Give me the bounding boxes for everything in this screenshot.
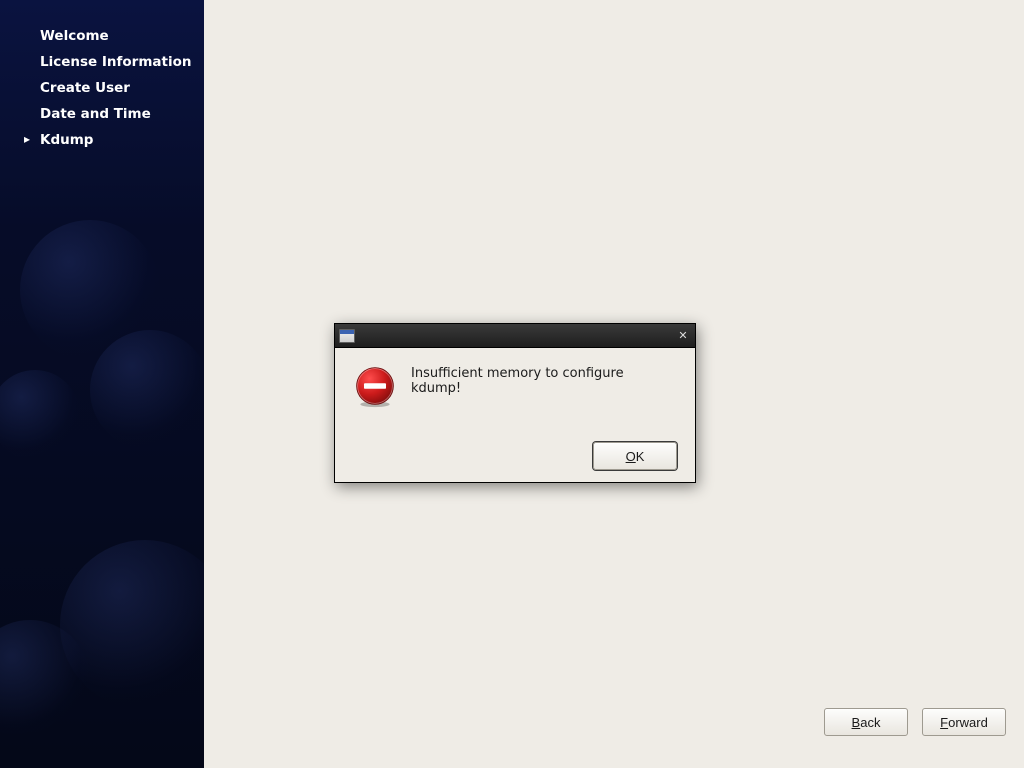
setup-wizard-sidebar: Welcome License Information Create User … [0, 0, 204, 768]
decorative-bubble [0, 370, 80, 460]
error-icon [353, 364, 397, 408]
dialog-message: Insufficient memory to configure kdump! [411, 364, 677, 396]
close-icon[interactable]: ✕ [675, 329, 691, 343]
forward-button[interactable]: Forward [922, 708, 1006, 736]
back-button-rest: ack [860, 715, 880, 730]
wizard-steps-nav: Welcome License Information Create User … [0, 0, 204, 148]
sidebar-item-license: License Information [40, 54, 192, 71]
forward-button-mnemonic: F [940, 715, 948, 730]
sidebar-item-date-time: Date and Time [40, 106, 192, 123]
wizard-footer-buttons: Back Forward [824, 708, 1006, 736]
ok-button-rest: K [636, 449, 645, 464]
window-icon [339, 329, 355, 343]
sidebar-item-welcome: Welcome [40, 28, 192, 45]
back-button[interactable]: Back [824, 708, 908, 736]
dialog-actions: OK [353, 408, 677, 470]
decorative-bubble [90, 330, 204, 450]
dialog-content-row: Insufficient memory to configure kdump! [353, 364, 677, 408]
back-button-mnemonic: B [852, 715, 861, 730]
forward-button-rest: orward [948, 715, 988, 730]
dialog-body: Insufficient memory to configure kdump! … [335, 348, 695, 482]
ok-button-mnemonic: O [626, 449, 636, 464]
dialog-titlebar[interactable]: ✕ [335, 324, 695, 348]
sidebar-item-kdump: Kdump [40, 132, 192, 149]
error-dialog: ✕ Insufficient [334, 323, 696, 483]
sidebar-item-create-user: Create User [40, 80, 192, 97]
ok-button[interactable]: OK [593, 442, 677, 470]
